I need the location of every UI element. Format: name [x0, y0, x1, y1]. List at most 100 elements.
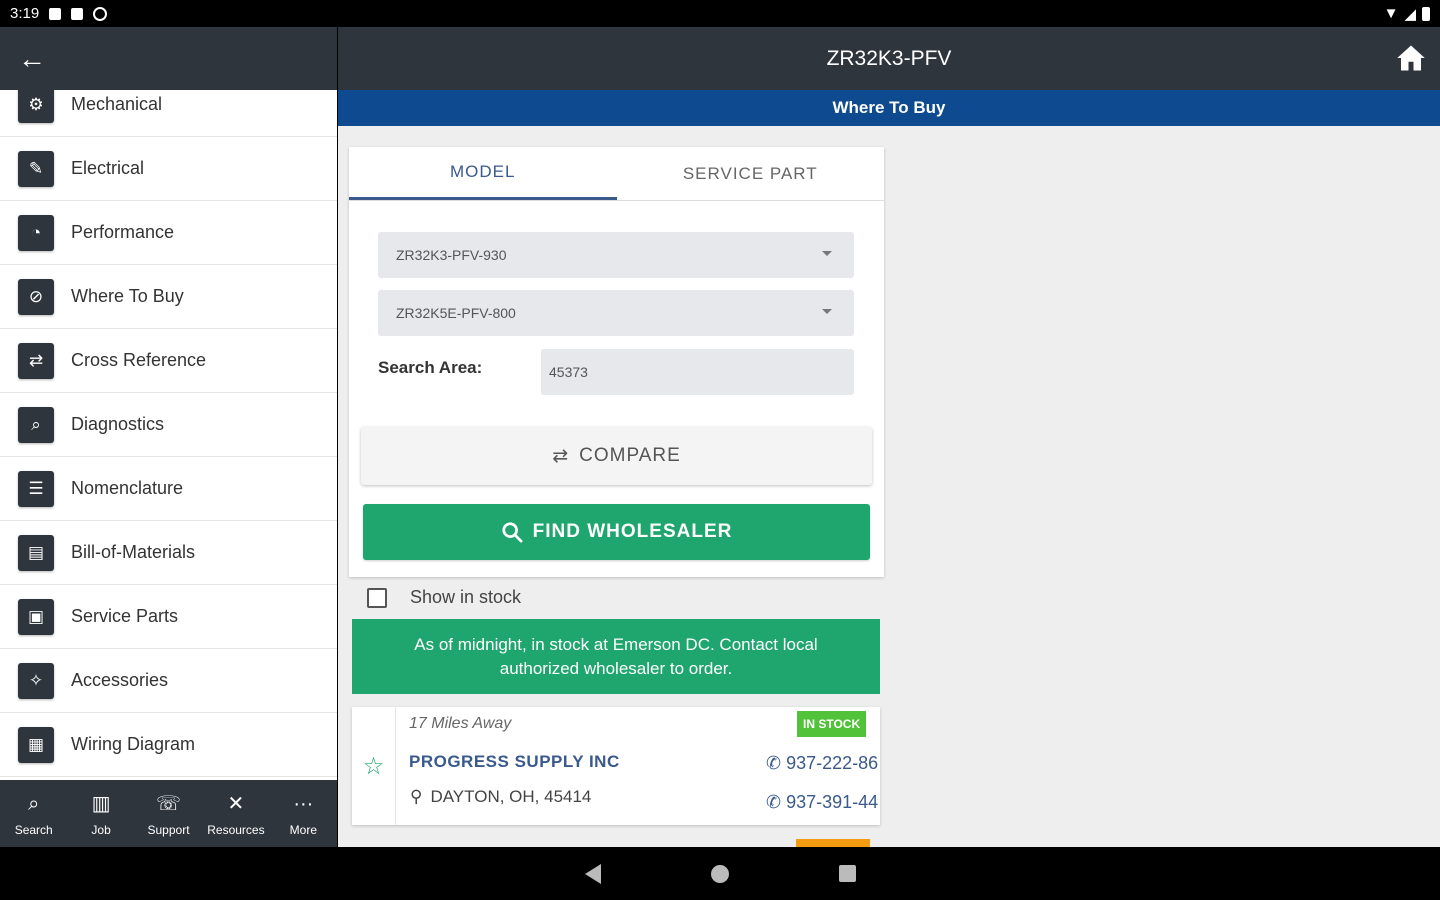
tab-model[interactable]: MODEL	[349, 147, 617, 200]
stock-info-banner: As of midnight, in stock at Emerson DC. …	[352, 619, 880, 694]
find-wholesaler-button[interactable]: FIND WHOLESALER	[363, 504, 870, 560]
phone-2-text: 937-391-44	[786, 792, 879, 812]
bottom-nav-more[interactable]: ··· More	[270, 780, 337, 847]
search-area-value: 45373	[549, 364, 588, 380]
page-title: ZR32K3-PFV	[826, 46, 952, 70]
bottom-nav-job[interactable]: ▥ Job	[67, 780, 134, 847]
chevron-down-icon	[822, 309, 832, 314]
tab-service-part[interactable]: SERVICE PART	[617, 147, 885, 200]
system-recents-icon[interactable]	[838, 865, 856, 882]
bottom-nav-search[interactable]: ⌕ Search	[0, 780, 67, 847]
system-nav-bar	[0, 847, 1440, 900]
cross-reference-icon: ⇄	[18, 342, 54, 379]
magnifier-icon: ⌕	[18, 406, 54, 443]
bottom-nav-label: Job	[91, 822, 111, 837]
model-select-2[interactable]: ZR32K5E-PFV-800	[378, 290, 854, 336]
wifi-icon: ▼	[1383, 5, 1399, 22]
list-icon: ☰	[18, 470, 54, 507]
phone-1-text: 937-222-86	[786, 753, 879, 773]
phone-icon: ✆	[766, 753, 782, 773]
tab-bar: MODEL SERVICE PART	[349, 147, 884, 201]
sidebar-item-mechanical[interactable]: ⚙ Mechanical	[0, 90, 337, 137]
sidebar-item-label: Cross Reference	[71, 350, 207, 370]
wholesaler-name[interactable]: PROGRESS SUPPLY INC	[409, 752, 620, 772]
more-icon: ···	[293, 792, 314, 815]
sidebar-item-service-parts[interactable]: ▣ Service Parts	[0, 585, 337, 649]
accessories-icon: ✧	[18, 662, 54, 699]
bottom-nav-support[interactable]: ☏ Support	[135, 780, 202, 847]
favorite-star-icon[interactable]: ☆	[352, 707, 396, 825]
phone-link-2[interactable]: ✆ 937-391-44	[766, 792, 878, 813]
signal-icon: ◢	[1404, 5, 1416, 23]
support-icon: ☏	[156, 792, 182, 815]
section-title: Where To Buy	[338, 90, 1440, 126]
document-icon: ▤	[18, 534, 54, 571]
sidebar-item-label: Accessories	[71, 670, 169, 690]
phone-link-1[interactable]: ✆ 937-222-86	[766, 753, 878, 774]
sidebar-item-label: Diagnostics	[71, 414, 165, 434]
sidebar-item-electrical[interactable]: ✎ Electrical	[0, 137, 337, 201]
chevron-down-icon	[822, 251, 832, 256]
wholesaler-address: ⚲ DAYTON, OH, 45414	[410, 787, 591, 807]
sidebar-item-label: Electrical	[71, 158, 145, 178]
phone-icon: ✆	[766, 792, 782, 812]
sidebar-item-label: Performance	[71, 222, 175, 242]
bottom-nav-label: Resources	[207, 822, 265, 837]
show-in-stock-checkbox[interactable]	[367, 587, 387, 608]
back-arrow-icon[interactable]: ←	[18, 44, 46, 73]
screwdriver-icon: ✎	[18, 150, 54, 187]
find-wholesaler-label: FIND WHOLESALER	[532, 521, 733, 542]
bottom-nav-label: Search	[14, 822, 53, 837]
sidebar-item-nomenclature[interactable]: ☰ Nomenclature	[0, 457, 337, 521]
sidebar-item-label: Nomenclature	[71, 478, 184, 498]
app-bar: ZR32K3-PFV	[338, 27, 1440, 90]
system-home-icon[interactable]	[710, 864, 729, 883]
sidebar-item-where-to-buy[interactable]: ⊘ Where To Buy	[0, 265, 337, 329]
sidebar-item-accessories[interactable]: ✧ Accessories	[0, 649, 337, 713]
status-bar: 3:19 ▼ ◢	[0, 0, 1440, 27]
wiring-diagram-icon: ▦	[18, 726, 54, 763]
compare-button[interactable]: ⇄ COMPARE	[361, 427, 872, 485]
show-in-stock-row: Show in stock	[367, 587, 521, 608]
sidebar-item-label: Bill-of-Materials	[71, 542, 196, 562]
drawer-header: ←	[0, 27, 337, 90]
job-icon: ▥	[91, 792, 111, 815]
location-pin-icon: ⚲	[410, 787, 423, 806]
bottom-nav-label: Support	[147, 822, 190, 837]
sidebar-item-label: Service Parts	[71, 606, 179, 626]
drawer-menu: ⚙ Mechanical ✎ Electrical ◔ Performance ⊘ Where…	[0, 90, 337, 780]
sidebar-item-label: Wiring Diagram	[71, 734, 196, 754]
model-select-1-value: ZR32K3-PFV-930	[396, 247, 507, 263]
search-card: MODEL SERVICE PART ZR32K3-PFV-930 ZR32K5…	[349, 147, 884, 577]
sidebar-item-diagnostics[interactable]: ⌕ Diagnostics	[0, 393, 337, 457]
bottom-nav-resources[interactable]: ✕ Resources	[202, 780, 269, 847]
bottom-navigation: ⌕ Search ▥ Job ☏ Support ✕ Resources ··· More	[0, 780, 337, 847]
sidebar-item-performance[interactable]: ◔ Performance	[0, 201, 337, 265]
home-icon[interactable]	[1396, 43, 1426, 73]
sidebar-item-label: Mechanical	[71, 94, 163, 114]
system-back-icon[interactable]	[584, 863, 601, 884]
distance: 17 Miles Away	[409, 715, 512, 732]
show-in-stock-label: Show in stock	[410, 587, 522, 607]
sidebar-item-wiring-diagram[interactable]: ▦ Wiring Diagram	[0, 713, 337, 777]
gauge-icon: ◔	[18, 214, 54, 251]
model-select-1[interactable]: ZR32K3-PFV-930	[378, 232, 854, 278]
status-badge: IN STOCK	[797, 711, 867, 737]
compass-icon: ⊘	[18, 278, 54, 315]
tools-icon: ✕	[227, 792, 245, 815]
wholesaler-result[interactable]: ☆ 17 Miles Away IN STOCK PROGRESS SUPPLY…	[352, 707, 880, 825]
battery-icon	[1422, 6, 1430, 21]
sidebar-item-cross-reference[interactable]: ⇄ Cross Reference	[0, 329, 337, 393]
gear-icon: ⚙	[18, 90, 54, 123]
model-select-2-value: ZR32K5E-PFV-800	[396, 305, 516, 321]
notification-icon	[49, 7, 62, 20]
main-content: ZR32K3-PFV Where To Buy MODEL SERVICE PA…	[338, 27, 1440, 847]
search-icon: ⌕	[28, 792, 40, 815]
sidebar-item-label: Where To Buy	[71, 286, 184, 306]
status-time: 3:19	[10, 5, 40, 22]
sidebar-item-bill-of-materials[interactable]: ▤ Bill-of-Materials	[0, 521, 337, 585]
swap-icon: ⇄	[552, 445, 570, 467]
search-area-input[interactable]: 45373	[541, 349, 854, 395]
sync-icon	[93, 6, 108, 21]
compare-label: COMPARE	[579, 445, 681, 466]
